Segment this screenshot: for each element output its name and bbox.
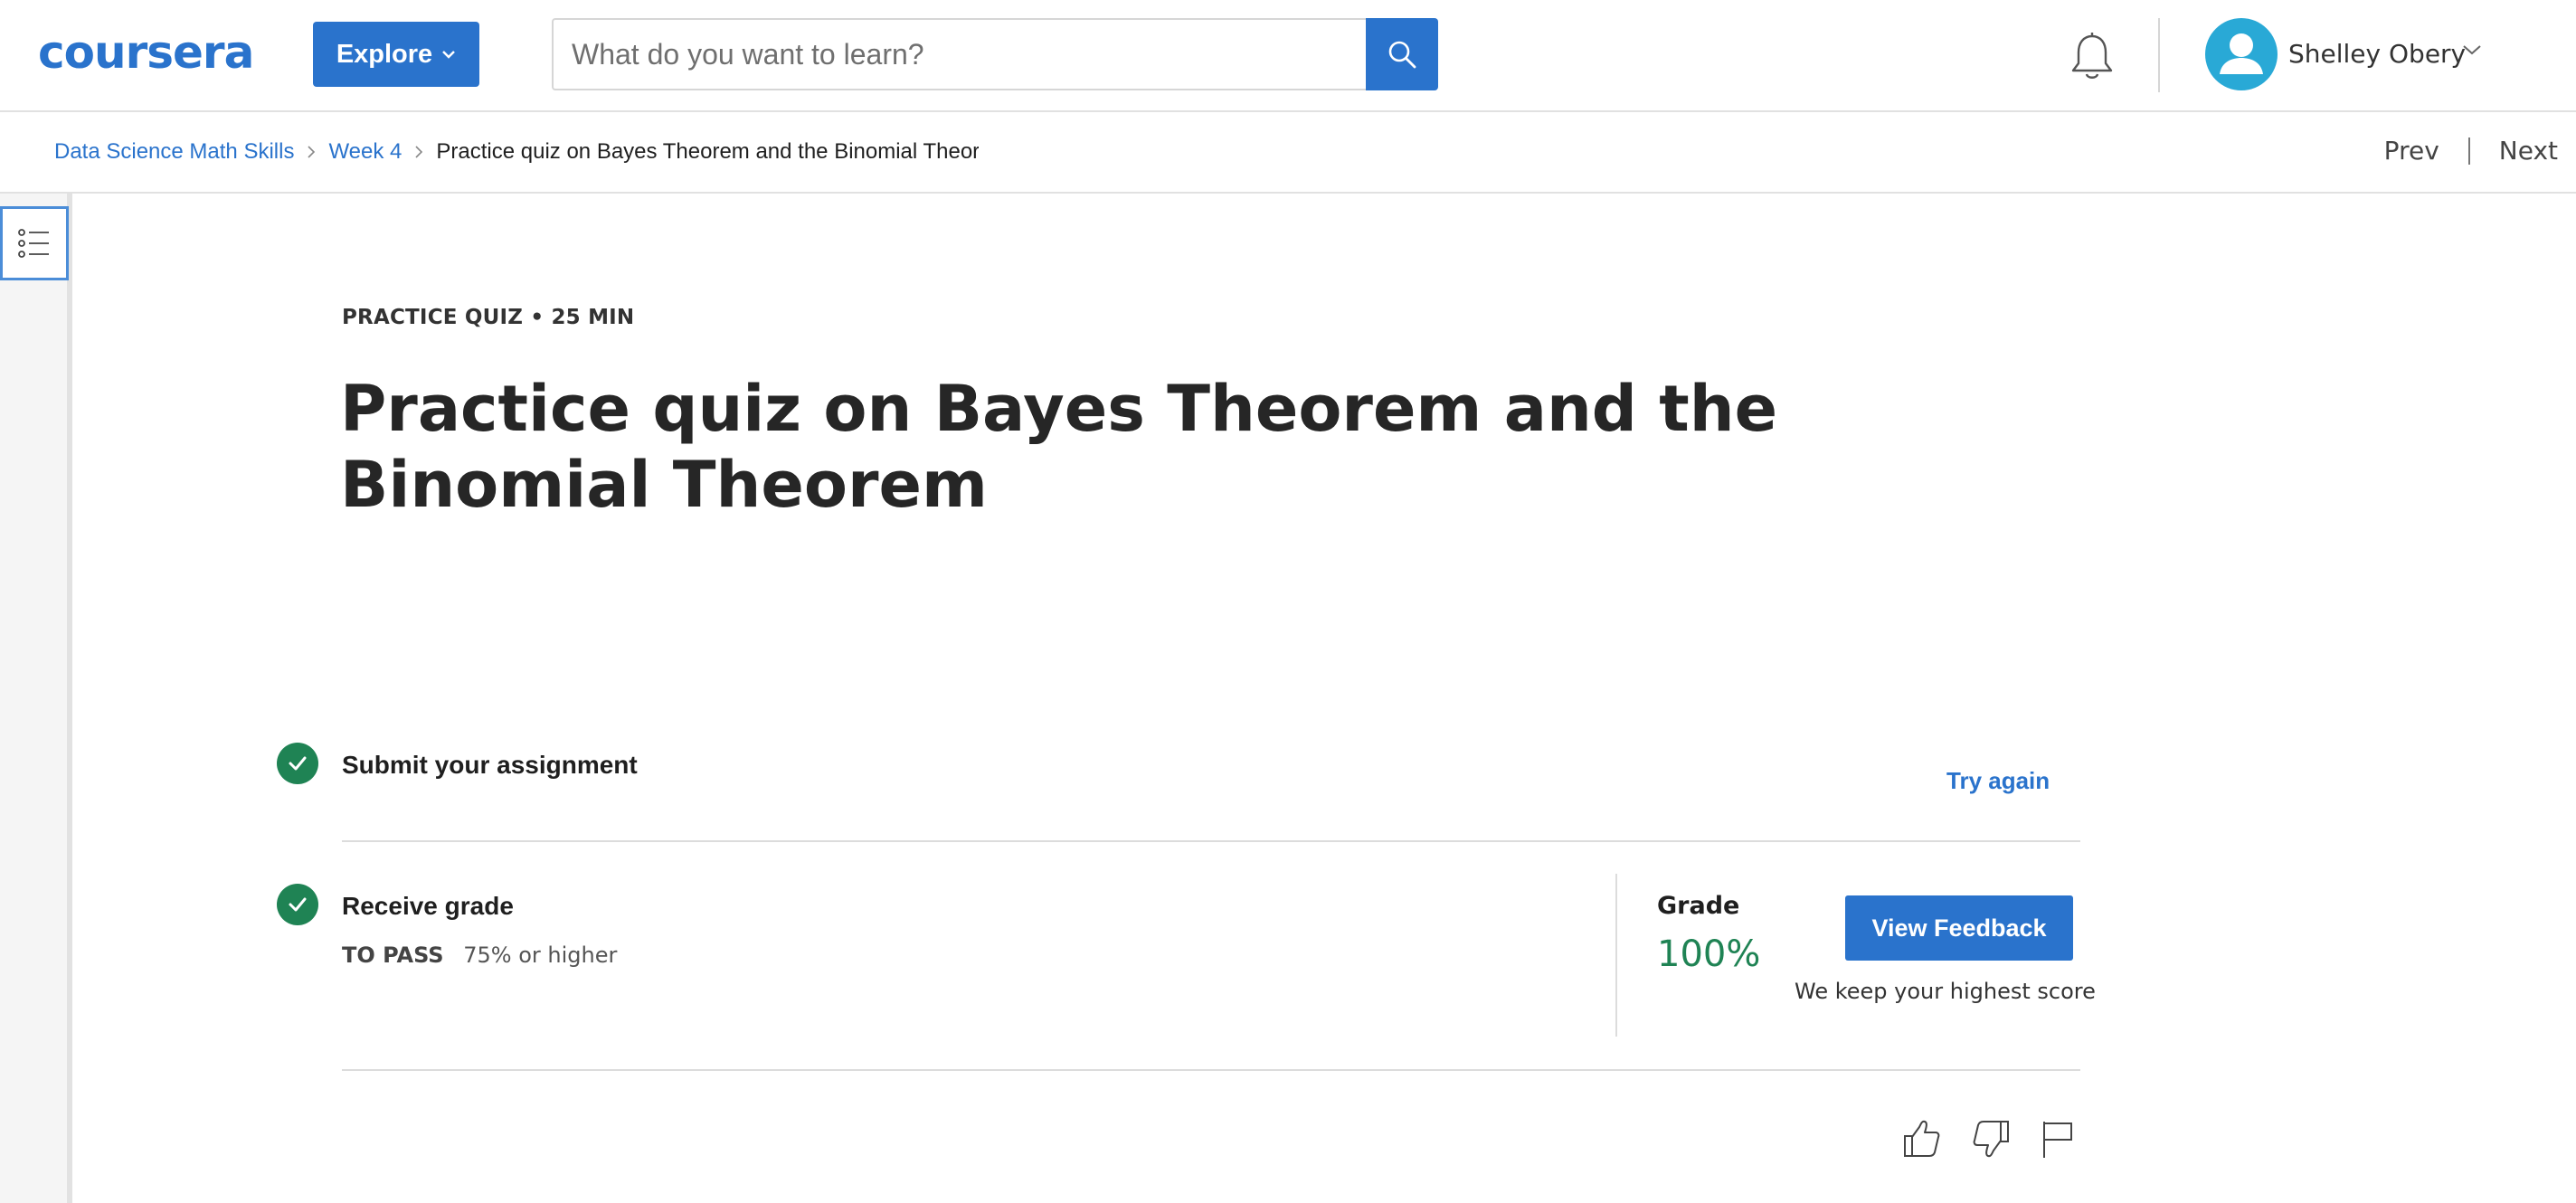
chevron-down-icon[interactable] [2462, 43, 2482, 61]
quiz-eyebrow: PRACTICE QUIZ • 25 MIN [342, 306, 635, 329]
user-avatar-icon[interactable] [2205, 18, 2278, 90]
header-divider [2158, 18, 2160, 92]
user-name[interactable]: Shelley Obery [2288, 36, 2466, 72]
breadcrumb-course-link[interactable]: Data Science Math Skills [54, 137, 294, 166]
search-icon [1388, 41, 1416, 69]
vertical-divider [1615, 874, 1617, 1037]
check-circle-icon [277, 743, 318, 784]
search-field[interactable] [552, 18, 1366, 90]
toggle-outline-button[interactable] [0, 206, 69, 280]
search-button[interactable] [1366, 18, 1438, 90]
divider [342, 840, 2080, 842]
left-rail [0, 194, 72, 1203]
grade-label: Grade [1657, 892, 1740, 920]
bell-icon[interactable] [2068, 31, 2117, 81]
flag-icon[interactable] [2039, 1118, 2079, 1160]
chevron-down-icon [441, 49, 456, 60]
grade-step-title: Receive grade [342, 892, 514, 920]
thumbs-down-icon[interactable] [1972, 1118, 2012, 1160]
highest-score-note: We keep your highest score [1795, 979, 2096, 1004]
prev-next-nav: Prev Next [2384, 136, 2558, 166]
pass-label: TO PASS [342, 943, 444, 968]
coursera-logo[interactable]: coursera [38, 25, 254, 80]
submit-step-title: Submit your assignment [342, 751, 638, 779]
list-icon [18, 229, 49, 258]
breadcrumb-current: Practice quiz on Bayes Theorem and the B… [436, 139, 980, 164]
try-again-button[interactable]: Try again [1946, 767, 2050, 795]
check-circle-icon [277, 884, 318, 925]
pass-requirement: TO PASS 75% or higher [342, 943, 617, 968]
view-feedback-button[interactable]: View Feedback [1845, 895, 2073, 961]
chevron-right-icon [307, 145, 316, 159]
top-header: coursera Explore Shelley Obery [0, 0, 2576, 112]
breadcrumb: Data Science Math Skills Week 4 Practice… [54, 137, 979, 166]
grade-value: 100% [1657, 933, 1761, 975]
explore-label: Explore [336, 39, 433, 69]
page-title: Practice quiz on Bayes Theorem and the B… [340, 372, 1778, 522]
divider [342, 1069, 2080, 1071]
thumbs-up-icon[interactable] [1901, 1118, 1941, 1160]
breadcrumb-week-link[interactable]: Week 4 [328, 137, 402, 166]
chevron-right-icon [414, 145, 423, 159]
search-input[interactable] [554, 20, 1366, 89]
nav-divider [2467, 137, 2470, 165]
pass-value: 75% or higher [463, 943, 618, 968]
breadcrumb-bar: Data Science Math Skills Week 4 Practice… [0, 112, 2576, 194]
prev-link[interactable]: Prev [2384, 136, 2439, 166]
next-link[interactable]: Next [2499, 136, 2558, 166]
explore-button[interactable]: Explore [313, 22, 479, 87]
